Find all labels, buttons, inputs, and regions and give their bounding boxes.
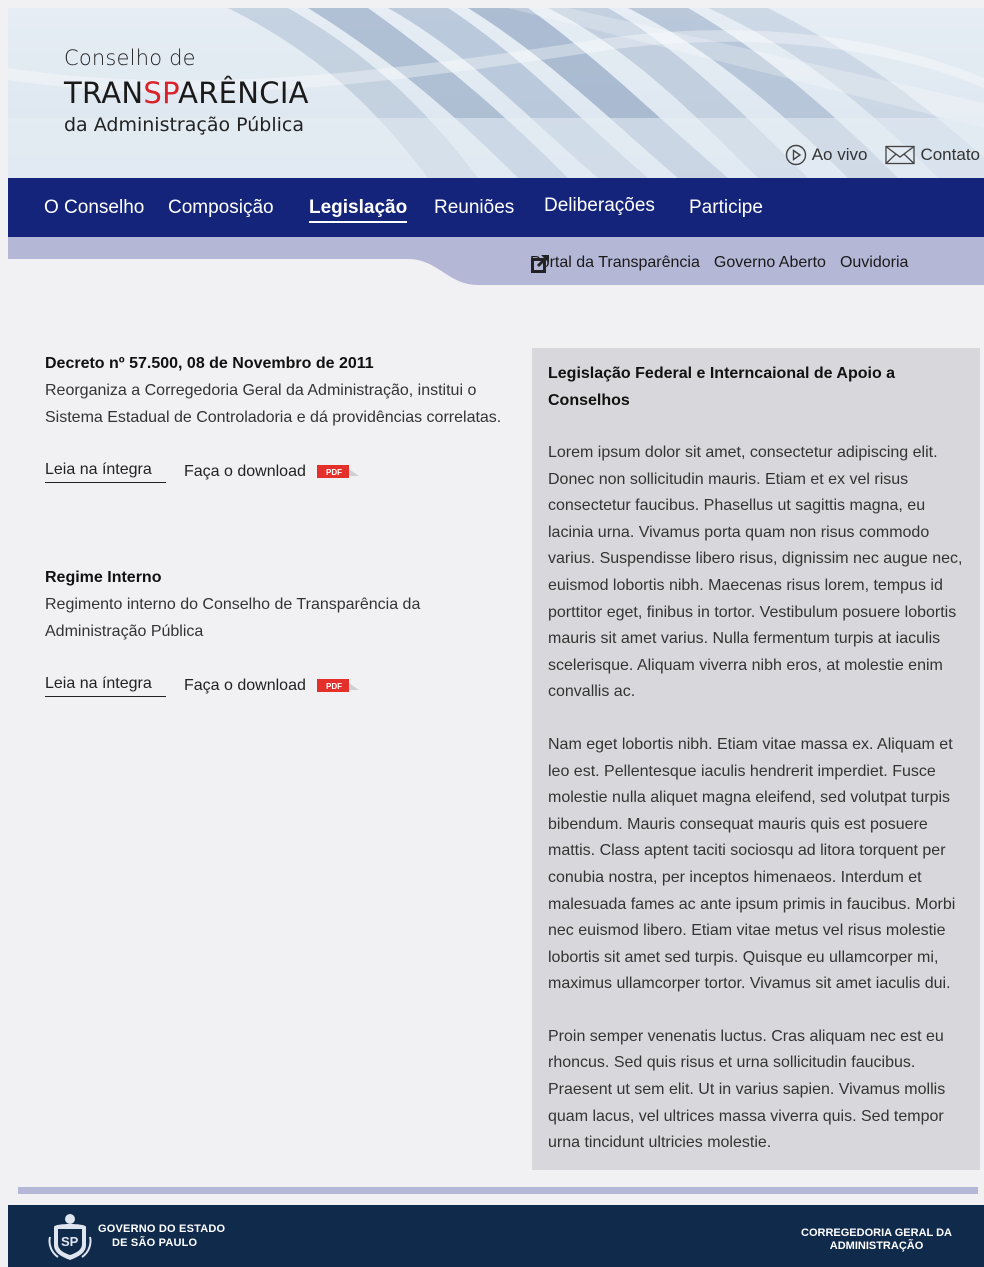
document-title: Decreto nº 57.500, 08 de Novembro de 201… [45,355,374,372]
main-nav: O Conselho Composição Legislação Reuniõe… [8,178,984,237]
site-header: Conselho de TRANSPARÊNCIA da Administraç… [8,8,984,178]
nav-item-participe[interactable]: Participe [689,197,763,219]
nav-item-legislacao[interactable]: Legislação [309,197,408,223]
panel-title: Legislação Federal e Interncaional de Ap… [548,365,896,409]
corregedoria-logo-text[interactable]: CORREGEDORIA GERAL DA ADMINISTRAÇÃO [801,1227,952,1253]
panel-paragraph: Nam eget lobortis nibh. Etiam vitae mass… [548,735,956,993]
site-logo[interactable]: Conselho de TRANSPARÊNCIA da Administraç… [64,46,309,136]
footer-divider [18,1187,978,1194]
contato-link[interactable]: Contato [885,145,980,165]
read-full-link[interactable]: Leia na íntegra [45,675,166,697]
pdf-icon[interactable]: PDF [316,463,360,481]
top-utility-links: Ao vivo Contato [785,144,980,166]
pdf-icon[interactable]: PDF [316,677,360,695]
nav-item-composicao[interactable]: Composição [168,197,274,219]
external-link-icon [531,255,549,273]
ao-vivo-link[interactable]: Ao vivo [785,144,867,166]
download-link[interactable]: Faça o download [184,677,306,695]
site-footer: SP GOVERNO DO ESTADO DE SÃO PAULO CORREG… [8,1205,984,1267]
logo-line-1: Conselho de [64,46,196,70]
document-description: Reorganiza a Corregedoria Geral da Admin… [45,382,502,426]
governo-sp-text: GOVERNO DO ESTADO DE SÃO PAULO [98,1223,226,1249]
download-link[interactable]: Faça o download [184,463,306,481]
svg-text:PDF: PDF [326,682,342,691]
nav-item-deliberacoes[interactable]: Deliberações [544,195,655,217]
envelope-icon [885,145,916,165]
svg-text:PDF: PDF [326,468,342,477]
legislation-sidebar-panel: Legislação Federal e Interncaional de Ap… [532,348,980,1170]
document-actions: Leia na íntegra Faça o download PDF [45,675,360,697]
nav-item-reunioes[interactable]: Reuniões [434,197,514,219]
logo-line-2: TRANSPARÊNCIA [64,76,309,110]
panel-paragraph: Proin semper venenatis luctus. Cras aliq… [548,1027,946,1152]
document-actions: Leia na íntegra Faça o download PDF [45,461,360,483]
governo-sp-logo[interactable]: SP GOVERNO DO ESTADO DE SÃO PAULO [48,1211,225,1261]
logo-line-3: da Administração Pública [64,114,305,136]
play-circle-icon [785,144,806,166]
state-seal-icon: SP [48,1214,92,1260]
read-full-link[interactable]: Leia na íntegra [45,461,166,483]
nav-item-o-conselho[interactable]: O Conselho [44,197,144,219]
governo-aberto-link[interactable]: Governo Aberto [714,254,826,272]
panel-paragraph: Lorem ipsum dolor sit amet, consectetur … [548,444,963,701]
secondary-links: Portal da Transparência Governo Aberto O… [530,254,922,273]
document-title: Regime Interno [45,569,162,586]
svg-text:SP: SP [61,1234,79,1249]
portal-transparencia-link[interactable]: Portal da Transparência [530,254,700,272]
secondary-bar: Portal da Transparência Governo Aberto O… [8,237,984,287]
ouvidoria-link[interactable]: Ouvidoria [840,254,908,272]
document-description: Regimento interno do Conselho de Transpa… [45,596,421,640]
